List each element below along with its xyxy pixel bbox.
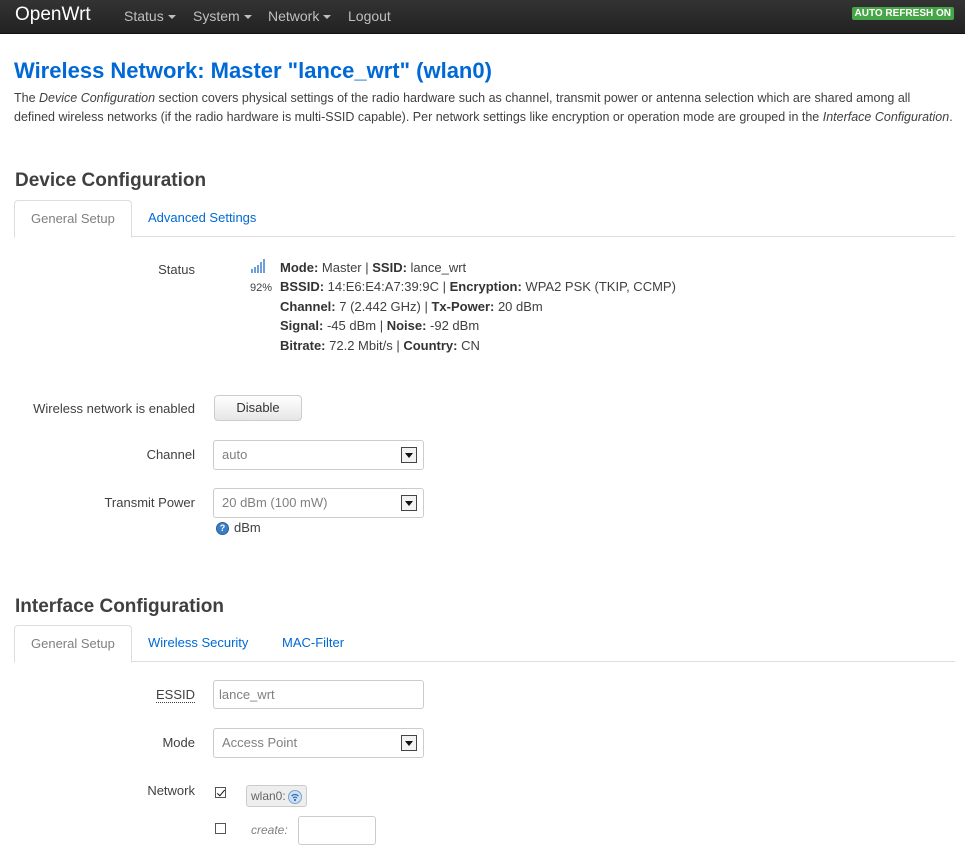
network-label: Network (147, 783, 195, 798)
status-label: Status (158, 262, 195, 277)
tab-iface-general-setup[interactable]: General Setup (14, 625, 132, 663)
signal-strength-icon (251, 259, 265, 273)
transmit-power-value: 20 dBm (100 mW) (222, 495, 328, 510)
essid-label: ESSID (15, 687, 195, 703)
status-line-channel: Channel: 7 (2.442 GHz) | Tx-Power: 20 dB… (280, 299, 543, 314)
network-wlan0-checkbox[interactable] (215, 787, 226, 798)
brand-logo[interactable]: OpenWrt (15, 4, 91, 26)
disable-button[interactable]: Disable (214, 395, 302, 421)
signal-percent: 92% (250, 282, 273, 294)
nav-status[interactable]: Status (124, 8, 176, 24)
interface-config-title: Interface Configuration (15, 596, 225, 617)
help-icon: ? (216, 522, 229, 535)
intro-part: . (949, 109, 953, 124)
tab-mac-filter[interactable]: MAC-Filter (266, 625, 360, 662)
nav-status-label: Status (124, 8, 164, 24)
intro-em-interface: Interface Configuration (822, 109, 950, 124)
network-create-checkbox[interactable] (215, 823, 226, 834)
mode-select[interactable]: Access Point (213, 728, 424, 758)
wifi-icon (287, 789, 302, 804)
tab-advanced-settings[interactable]: Advanced Settings (132, 200, 272, 237)
caret-down-icon (167, 15, 176, 20)
page-title: Wireless Network: Master "lance_wrt" (wl… (14, 58, 492, 83)
tab-general-setup[interactable]: General Setup (14, 200, 132, 238)
nav-system[interactable]: System (193, 8, 252, 24)
top-navbar: OpenWrt Status System Network Logout AUT… (0, 0, 965, 34)
transmit-power-select[interactable]: 20 dBm (100 mW) (213, 488, 424, 518)
essid-input[interactable]: lance_wrt (213, 680, 424, 709)
mode-label: Mode (162, 735, 195, 750)
nav-logout-label: Logout (348, 8, 391, 24)
nav-system-label: System (193, 8, 240, 24)
create-network-input[interactable] (298, 816, 376, 845)
dropdown-arrow-icon (401, 495, 417, 511)
transmit-power-label: Transmit Power (104, 495, 195, 510)
network-name: wlan0: (251, 789, 286, 803)
caret-down-icon (323, 15, 332, 20)
intro-text: The Device Configuration section covers … (14, 89, 954, 126)
status-line-bitrate: Bitrate: 72.2 Mbit/s | Country: CN (280, 338, 480, 353)
channel-select[interactable]: auto (213, 440, 424, 470)
auto-refresh-badge[interactable]: AUTO REFRESH ON (851, 7, 954, 20)
caret-down-icon (243, 15, 252, 20)
status-line-signal: Signal: -45 dBm | Noise: -92 dBm (280, 318, 480, 333)
status-line-bssid: BSSID: 14:E6:E4:A7:39:9C | Encryption: W… (280, 279, 676, 294)
device-tabs: General Setup Advanced Settings (14, 200, 955, 238)
wireless-enabled-label: Wireless network is enabled (33, 401, 195, 416)
status-line-mode: Mode: Master | SSID: lance_wrt (280, 260, 467, 275)
create-label: create: (251, 823, 288, 837)
dropdown-arrow-icon (401, 447, 417, 463)
device-config-title: Device Configuration (15, 170, 207, 191)
channel-label: Channel (146, 447, 195, 462)
nav-network-label: Network (268, 8, 320, 24)
essid-value: lance_wrt (219, 687, 275, 702)
channel-value: auto (222, 447, 248, 462)
dropdown-arrow-icon (401, 735, 417, 751)
nav-network[interactable]: Network (268, 8, 332, 24)
network-wlan0-badge: wlan0: (246, 785, 307, 807)
intro-em-device: Device Configuration (39, 91, 156, 105)
mode-value: Access Point (222, 735, 298, 750)
nav-logout[interactable]: Logout (348, 8, 391, 24)
tab-wireless-security[interactable]: Wireless Security (132, 625, 264, 662)
transmit-power-help: dBm (234, 520, 261, 535)
essid-label-text: ESSID (155, 687, 195, 703)
interface-tabs: General Setup Wireless Security MAC-Filt… (14, 625, 955, 663)
intro-part: The (14, 91, 40, 105)
